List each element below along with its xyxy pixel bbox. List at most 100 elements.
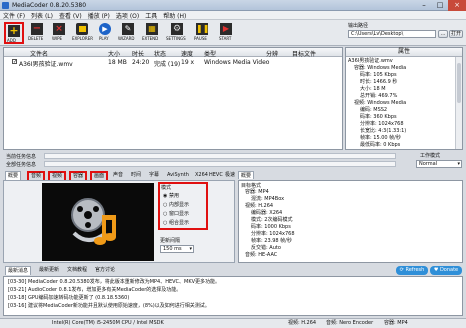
output-path-field[interactable]: C:\Users\Lv\Desktop\ xyxy=(348,30,436,38)
close-button[interactable]: × xyxy=(448,0,466,11)
target-format-tree: 容器: MP4 混流: MP4Box 视频: H.264 编码器: X264 模… xyxy=(245,189,295,259)
col-filename[interactable]: 文件名 xyxy=(30,49,48,58)
toolbar-explorer[interactable]: EXPLORER xyxy=(72,23,93,43)
preview-image xyxy=(42,183,154,261)
extend-icon: ▦ xyxy=(146,23,158,35)
prop-line: 容器: Windows Media xyxy=(354,65,407,71)
prop-line: 码率: 105 Kbps xyxy=(360,72,397,78)
work-mode-select[interactable]: Normal ▾ xyxy=(416,160,462,168)
target-line: 模式: 2次编码模式 xyxy=(251,217,293,223)
toolbar-wipe[interactable]: × WIPE xyxy=(50,23,68,43)
status-audio: 音频: Nero Encoder xyxy=(326,320,374,326)
chevron-down-icon: ▾ xyxy=(189,246,192,252)
toolbar-settings[interactable]: ⚙ SETTINGS xyxy=(166,23,188,43)
tab-sound[interactable]: 声音 xyxy=(111,171,125,179)
preview-mode-internal[interactable]: ○ 内部显示 xyxy=(163,201,189,208)
toolbar-pause-label: PAUSE xyxy=(194,36,207,41)
file-list: 文件名 大小 时长 状态 速度 类型 分辨 目标文件 ✓ A36I男孩验证.wm… xyxy=(3,47,343,150)
refresh-button[interactable]: ⟳ Refresh xyxy=(396,266,428,275)
tab-avisynth[interactable]: AviSynth xyxy=(165,171,191,179)
minimize-button[interactable]: – xyxy=(416,0,432,11)
settings-tabs: 概要 音频 视频 容器 画面 声音 时间 字幕 AviSynth X264 HE… xyxy=(3,171,237,184)
log-line[interactable]: [03-30] MediaCoder 0.8.20.5380发布，将此版本重新修… xyxy=(8,278,458,286)
preview-mode-combined[interactable]: ○ 组合显示 xyxy=(163,219,189,226)
preview-mode-disable[interactable]: ◉ 禁用 xyxy=(163,192,179,199)
preview-mode-window[interactable]: ○ 窗口显示 xyxy=(163,210,189,217)
update-interval-value: 150 ms xyxy=(163,246,182,252)
open-folder-button[interactable]: 打开 xyxy=(449,30,463,38)
tab-latest-news[interactable]: 最新消息 xyxy=(5,266,32,275)
col-target[interactable]: 目标文件 xyxy=(292,49,316,58)
log-line[interactable]: [03-21] AudioCoder 0.8.1发布，增加更多有关MediaCo… xyxy=(8,286,458,294)
preview-mode-window-label: 窗口显示 xyxy=(168,211,189,217)
work-mode-label: 工作模式 xyxy=(420,153,441,159)
toolbar-delete-label: DELETE xyxy=(28,36,44,41)
preview-mode-internal-label: 内部显示 xyxy=(168,202,189,208)
status-bar: Intel(R) Core(TM) i5-2450M CPU / Intel M… xyxy=(0,318,466,328)
col-type[interactable]: 类型 xyxy=(204,49,216,58)
toolbar-wizard[interactable]: ✎ WIZARD xyxy=(118,23,138,43)
all-tasks-bar xyxy=(44,161,396,167)
target-line: 反交错: Auto xyxy=(251,245,281,251)
menu-play[interactable]: 播放 (P) xyxy=(88,11,110,20)
col-size[interactable]: 大小 xyxy=(108,49,120,58)
app-icon xyxy=(2,2,9,9)
current-task-bar xyxy=(44,153,396,159)
browse-button[interactable]: ... xyxy=(438,30,448,38)
toolbar-extend-label: EXTEND xyxy=(142,36,159,41)
tab-summary[interactable]: 概要 xyxy=(5,171,22,180)
row-speed: 19 x xyxy=(181,59,195,66)
properties-scrollbar[interactable] xyxy=(455,57,462,149)
toolbar-play[interactable]: ▶ PLAY xyxy=(96,23,114,43)
log-line[interactable]: [03-18] GPU编码加速转码功能更新了 (0.8.18.5360) xyxy=(8,294,458,302)
prop-line: 长宽比: 4:3(1.33:1) xyxy=(360,128,407,134)
radio-selected-icon: ◉ xyxy=(163,193,168,199)
menu-tools[interactable]: 工具 xyxy=(145,11,157,20)
menu-file[interactable]: 文件 (F) xyxy=(3,11,25,20)
target-line: 码率: 1000 Kbps xyxy=(251,224,291,230)
menu-options[interactable]: 选项 (O) xyxy=(116,11,139,20)
toolbar-start[interactable]: ▶ START xyxy=(216,23,236,43)
menu-view[interactable]: 查看 (V) xyxy=(59,11,82,20)
col-status[interactable]: 状态 xyxy=(154,49,166,58)
tab-docs[interactable]: 文档教程 xyxy=(65,266,89,274)
preview-mode-label: 模式 xyxy=(161,185,172,191)
toolbar-extend[interactable]: ▦ EXTEND xyxy=(142,23,162,43)
properties-tree: A36I男孩验证.wmv 容器: Windows Media 码率: 105 K… xyxy=(348,58,452,149)
menu-list[interactable]: 列表 (L) xyxy=(31,11,53,20)
update-interval-select[interactable]: 150 ms ▾ xyxy=(160,245,194,253)
donate-button[interactable]: ♥ Donate xyxy=(430,266,462,275)
pause-icon: ❚❚ xyxy=(196,23,210,35)
table-row[interactable]: ✓ A36I男孩验证.wmv 18 MB 24:20 完成 (19) 19 x … xyxy=(4,58,342,68)
maximize-button[interactable]: □ xyxy=(432,0,448,11)
news-log: [03-30] MediaCoder 0.8.20.5380发布，将此版本重新修… xyxy=(3,276,463,316)
tab-time[interactable]: 时间 xyxy=(129,171,143,179)
target-line: 视频: H.264 xyxy=(245,203,274,209)
toolbar-delete[interactable]: − DELETE xyxy=(28,23,46,43)
tab-turbo[interactable]: 极速 xyxy=(223,171,237,179)
settings-icon: ⚙ xyxy=(171,23,183,35)
toolbar-wizard-label: WIZARD xyxy=(118,36,135,41)
col-resolution[interactable]: 分辨 xyxy=(266,49,278,58)
row-size: 18 MB xyxy=(108,59,127,66)
toolbar: + ADD − DELETE × WIPE EXPLORER ▶ PLAY ✎ … xyxy=(0,20,466,46)
log-line[interactable]: [03-16] 建议将MediaCoder新功能并且默认使用原始速度，(8%)以… xyxy=(8,302,458,310)
prop-line: 最低码率: 0 Kbps xyxy=(360,142,401,148)
toolbar-explorer-label: EXPLORER xyxy=(72,36,93,41)
col-duration[interactable]: 时长 xyxy=(132,49,144,58)
col-speed[interactable]: 速度 xyxy=(181,49,193,58)
menu-help[interactable]: 帮助 (H) xyxy=(163,11,186,20)
tab-subtitle[interactable]: 字幕 xyxy=(147,171,161,179)
tab-summary-right[interactable]: 概要 xyxy=(238,171,255,179)
toolbar-add-label: ADD xyxy=(7,38,16,43)
toolbar-pause[interactable]: ❚❚ PAUSE xyxy=(192,23,212,43)
refresh-label: Refresh xyxy=(405,267,425,273)
preview-mode-combined-label: 组合显示 xyxy=(168,220,189,226)
menu-bar: 文件 (F) 列表 (L) 查看 (V) 播放 (P) 选项 (O) 工具 帮助… xyxy=(0,11,466,20)
toolbar-add[interactable]: + ADD xyxy=(4,22,24,44)
tab-forum[interactable]: 官方讨论 xyxy=(93,266,117,274)
prop-line: 视频: Windows Media xyxy=(354,100,407,106)
window-controls: – □ × xyxy=(416,0,466,11)
tab-latest-updates[interactable]: 最新更新 xyxy=(37,266,61,274)
row-checkbox[interactable]: ✓ xyxy=(12,59,17,65)
